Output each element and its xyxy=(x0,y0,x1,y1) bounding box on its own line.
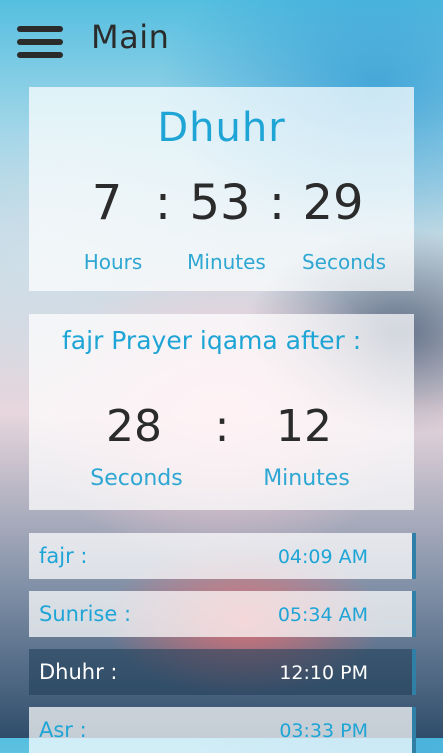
prayer-time: 03:33 PM xyxy=(279,720,368,742)
countdown-minutes: 53 xyxy=(189,175,251,231)
next-prayer-card: Dhuhr 7 : 53 : 29 Hours Minutes Seconds xyxy=(29,87,414,291)
prayer-time: 04:09 AM xyxy=(277,546,368,568)
prayer-name: Dhuhr : xyxy=(39,660,118,684)
seconds-label: Seconds xyxy=(301,250,387,274)
iqama-seconds-label: Seconds xyxy=(90,466,183,491)
countdown-seconds: 29 xyxy=(302,175,364,231)
iqama-card: fajr Prayer iqama after : 28 : 12 Second… xyxy=(29,314,414,510)
countdown-separator: : xyxy=(268,175,286,231)
next-prayer-name: Dhuhr xyxy=(157,105,286,151)
prayer-row-fajr[interactable]: fajr : 04:09 AM xyxy=(29,533,416,579)
iqama-seconds-value: 28 xyxy=(106,401,162,452)
page-title: Main xyxy=(91,18,170,56)
prayer-name: fajr : xyxy=(39,544,88,568)
prayer-time: 05:34 AM xyxy=(277,604,368,626)
iqama-title: fajr Prayer iqama after : xyxy=(62,326,362,355)
prayer-row-sunrise[interactable]: Sunrise : 05:34 AM xyxy=(29,591,416,637)
minutes-label: Minutes xyxy=(187,250,266,274)
countdown-separator: : xyxy=(154,175,172,231)
prayer-name: Asr : xyxy=(39,718,87,742)
hours-label: Hours xyxy=(83,250,143,274)
iqama-separator: : xyxy=(214,401,230,452)
prayer-row-asr[interactable]: Asr : 03:33 PM xyxy=(29,707,416,753)
prayer-time: 12:10 PM xyxy=(279,662,368,684)
iqama-minutes-label: Minutes xyxy=(263,466,350,491)
prayer-row-dhuhr[interactable]: Dhuhr : 12:10 PM xyxy=(29,649,416,695)
prayer-name: Sunrise : xyxy=(39,602,132,626)
app-header: Main xyxy=(0,0,443,80)
hamburger-menu-icon[interactable] xyxy=(17,26,63,58)
countdown-hours: 7 xyxy=(91,175,123,231)
iqama-minutes-value: 12 xyxy=(276,401,332,452)
